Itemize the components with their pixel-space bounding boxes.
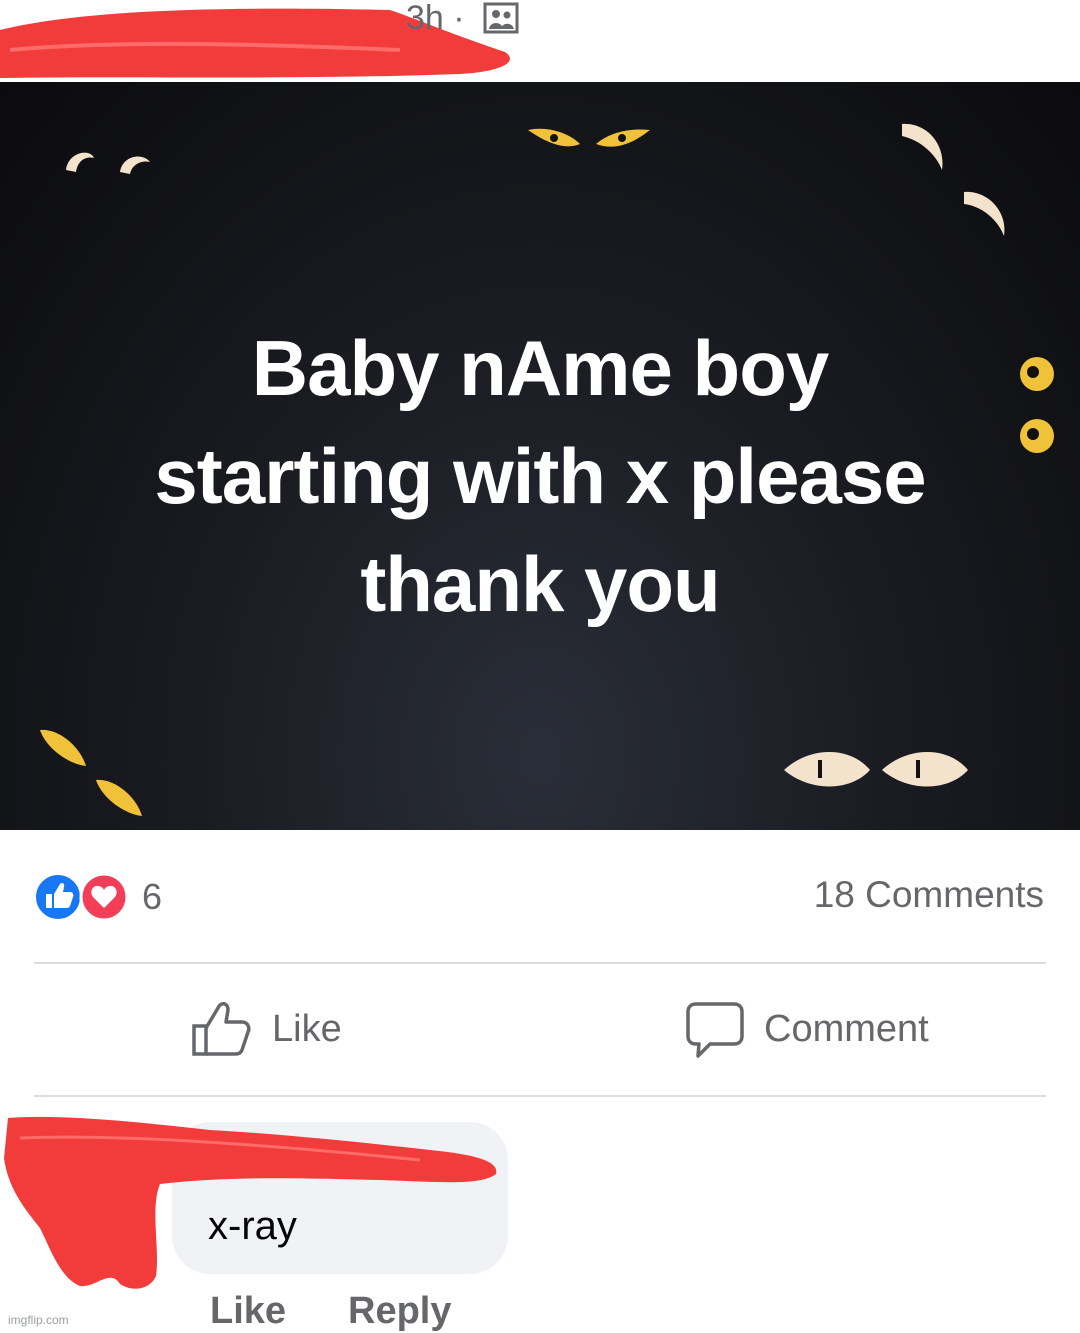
comment-text: x-ray xyxy=(208,1204,297,1248)
eyes-top-center xyxy=(528,128,650,147)
eyes-top-right xyxy=(902,123,1005,236)
like-label: Like xyxy=(272,1007,342,1050)
speech-bubble-icon xyxy=(686,1002,744,1058)
reaction-icons xyxy=(34,872,129,922)
like-button[interactable]: Like xyxy=(190,998,342,1060)
eyes-top-left xyxy=(66,152,150,174)
comment-like-button[interactable]: Like xyxy=(210,1290,286,1333)
comments-count-link[interactable]: 18 Comments xyxy=(814,874,1044,916)
post-image[interactable]: Baby nAme boy starting with x please tha… xyxy=(0,82,1080,830)
eyes-bottom-right xyxy=(784,752,968,787)
divider xyxy=(34,1095,1046,1097)
comment-label: Comment xyxy=(764,1007,929,1050)
eyes-right xyxy=(1020,357,1054,453)
post-timestamp[interactable]: 3h · xyxy=(406,0,465,36)
watermark: imgflip.com xyxy=(8,1313,69,1327)
post-image-text: Baby nAme boy starting with x please tha… xyxy=(154,324,926,628)
divider xyxy=(34,962,1046,964)
like-reaction-icon xyxy=(34,873,82,921)
reactions-summary[interactable]: 6 xyxy=(34,872,162,922)
friends-icon[interactable] xyxy=(483,2,519,34)
eyes-bottom-left xyxy=(40,729,142,816)
comment-button[interactable]: Comment xyxy=(684,998,929,1060)
comment-reply-button[interactable]: Reply xyxy=(348,1290,451,1333)
redaction-scribble xyxy=(4,1116,497,1289)
thumbs-up-icon xyxy=(192,1002,251,1056)
reaction-count: 6 xyxy=(142,876,163,917)
love-reaction-icon xyxy=(79,872,129,922)
